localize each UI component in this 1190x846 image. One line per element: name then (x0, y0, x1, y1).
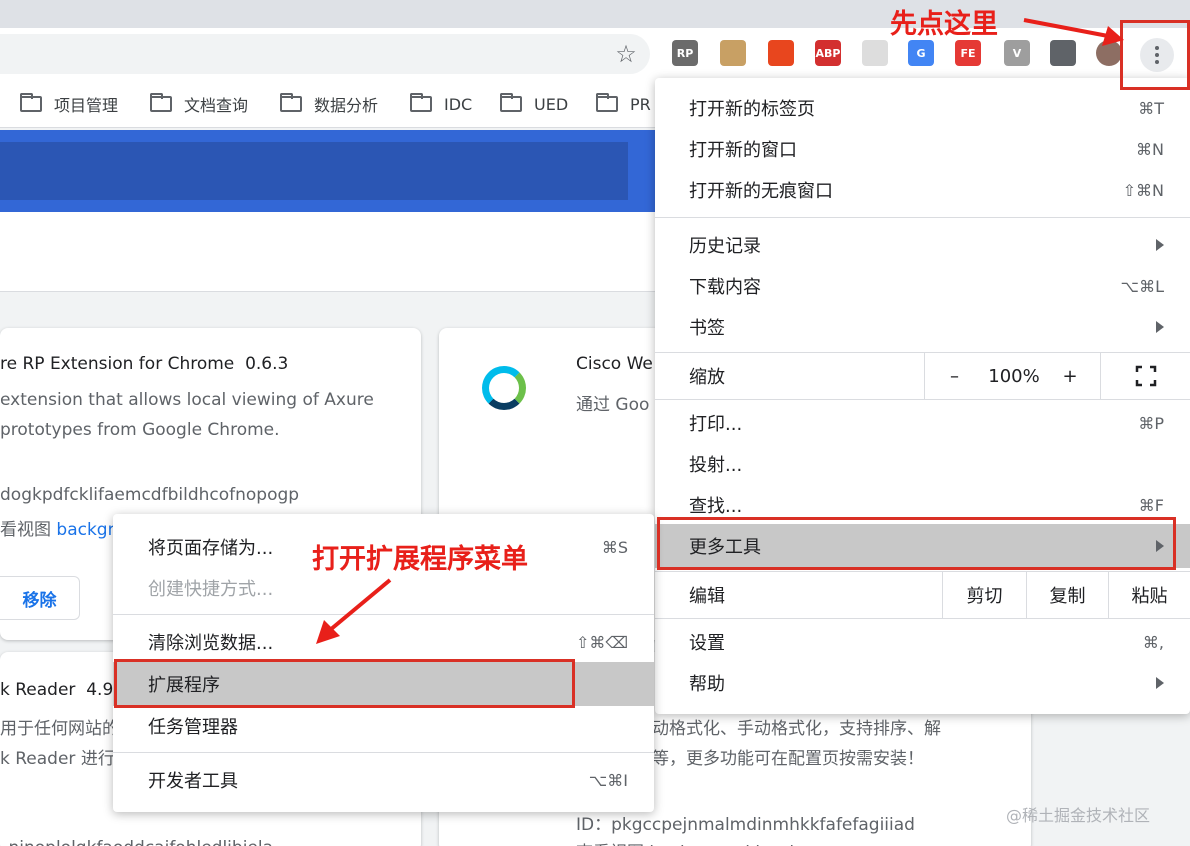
menu-item-print[interactable]: 打印... ⌘P (655, 403, 1190, 443)
bookmark-label: 数据分析 (314, 96, 379, 115)
card-description: 通过 Goo (576, 395, 650, 415)
fullscreen-icon (1135, 365, 1156, 387)
fullscreen-button[interactable] (1100, 353, 1190, 399)
paste-button[interactable]: 粘贴 (1108, 572, 1190, 618)
card-view[interactable]: 查看视图 background.html (576, 838, 794, 846)
page-subheader (0, 212, 660, 292)
card-description: 动格式化、手动格式化，支持排序、解 (652, 719, 941, 739)
folder-icon (150, 93, 172, 112)
search-bar[interactable] (0, 142, 628, 200)
menu-item-cast[interactable]: 投射... (655, 444, 1190, 484)
submenu-arrow-icon (1156, 677, 1164, 689)
annotation-arrow-icon (316, 578, 392, 644)
submenu-arrow-icon (1156, 239, 1164, 251)
bookmark-folder[interactable]: 项目管理 (20, 92, 118, 116)
folder-icon (596, 93, 618, 112)
bookmark-label: PR (630, 94, 651, 114)
bookmark-label: UED (534, 94, 569, 114)
folder-icon (280, 93, 302, 112)
menu-item-new-window[interactable]: 打开新的窗口 ⌘N (655, 129, 1190, 169)
watermark: @稀土掘金技术社区 (1006, 806, 1151, 825)
adblock-plus-icon[interactable]: ABP (815, 40, 841, 66)
address-bar[interactable] (0, 34, 650, 74)
submenu-item-task-manager[interactable]: 任务管理器 (113, 706, 654, 746)
card-view: 看视图 backgro (0, 520, 125, 540)
bookmark-folder[interactable]: IDC (410, 92, 472, 116)
card-title: re RP Extension for Chrome 0.6.3 (0, 354, 289, 374)
bookmark-label: 项目管理 (54, 96, 119, 115)
annotation-open-extensions: 打开扩展程序菜单 (312, 544, 528, 575)
menu-item-bookmarks[interactable]: 书签 (655, 307, 1190, 347)
cat-extension-icon[interactable] (720, 40, 746, 66)
menu-separator (655, 217, 1190, 218)
menu-item-history[interactable]: 历史记录 (655, 225, 1190, 265)
remove-button[interactable]: 移除 (0, 576, 80, 620)
card-description: k Reader 进行 (0, 749, 115, 769)
submenu-item-dev-tools[interactable]: 开发者工具 ⌥⌘I (113, 760, 654, 800)
menu-separator (113, 752, 654, 753)
submenu-arrow-icon (1156, 321, 1164, 333)
card-description: extension that allows local viewing of A… (0, 390, 374, 410)
menu-separator (655, 399, 1190, 400)
bookmark-label: 文档查询 (184, 96, 249, 115)
bookmark-folder[interactable]: 文档查询 (150, 92, 248, 116)
zoom-level: 100% (988, 365, 1040, 387)
fe-helper-icon[interactable]: FE (955, 40, 981, 66)
highlight-extensions (114, 659, 575, 708)
bookmark-folder[interactable]: UED (500, 92, 568, 116)
annotation-click-here: 先点这里 (890, 9, 998, 40)
card-description: 用于任何网站的 (0, 719, 119, 739)
cut-button[interactable]: 剪切 (942, 572, 1026, 618)
menu-item-settings[interactable]: 设置 ⌘, (655, 622, 1190, 662)
network-extension-icon[interactable] (768, 40, 794, 66)
axure-rp-extension-icon[interactable]: RP (672, 40, 698, 66)
bookmark-label: IDC (444, 94, 473, 114)
bookmark-folder[interactable]: PR (596, 92, 651, 116)
folder-icon (500, 93, 522, 112)
bookmark-star-icon[interactable]: ☆ (612, 40, 640, 68)
folder-icon (20, 93, 42, 112)
bookmark-folder[interactable]: 数据分析 (280, 92, 378, 116)
tab-strip (0, 0, 1190, 28)
annotation-arrow-icon (1023, 18, 1124, 46)
card-title: Cisco We (576, 354, 653, 374)
card-id: dogkpdfcklifaemcdfbildhcofnopogp (0, 485, 300, 505)
menu-item-downloads[interactable]: 下载内容 ⌥⌘L (655, 266, 1190, 306)
chrome-main-menu: 打开新的标签页 ⌘T 打开新的窗口 ⌘N 打开新的无痕窗口 ⇧⌘N 历史记录 下载内容… (655, 78, 1190, 714)
menu-separator (655, 618, 1190, 619)
folder-icon (410, 93, 432, 112)
copy-button[interactable]: 复制 (1026, 572, 1108, 618)
menu-item-new-tab[interactable]: 打开新的标签页 ⌘T (655, 88, 1190, 128)
react-devtools-icon[interactable] (862, 40, 888, 66)
zoom-out-button[interactable]: – (924, 353, 984, 399)
card-description: 等，更多功能可在配置页按需安装！ (652, 749, 924, 769)
card-id: _ninoplolgkfaoddcaifohledljbiela (0, 838, 273, 846)
highlight-menu-button (1120, 20, 1190, 90)
google-translate-icon[interactable]: G (908, 40, 934, 66)
webex-icon (482, 366, 526, 410)
card-id: ID：pkgccpejnmalmdinmhkkfafefagiiiad (576, 815, 915, 835)
menu-item-incognito[interactable]: 打开新的无痕窗口 ⇧⌘N (655, 170, 1190, 210)
zoom-in-button[interactable]: + (1044, 353, 1096, 399)
card-title: k Reader 4.9. (0, 680, 119, 700)
card-description: prototypes from Google Chrome. (0, 420, 280, 440)
highlight-more-tools (657, 517, 1176, 570)
menu-item-help[interactable]: 帮助 (655, 663, 1190, 703)
